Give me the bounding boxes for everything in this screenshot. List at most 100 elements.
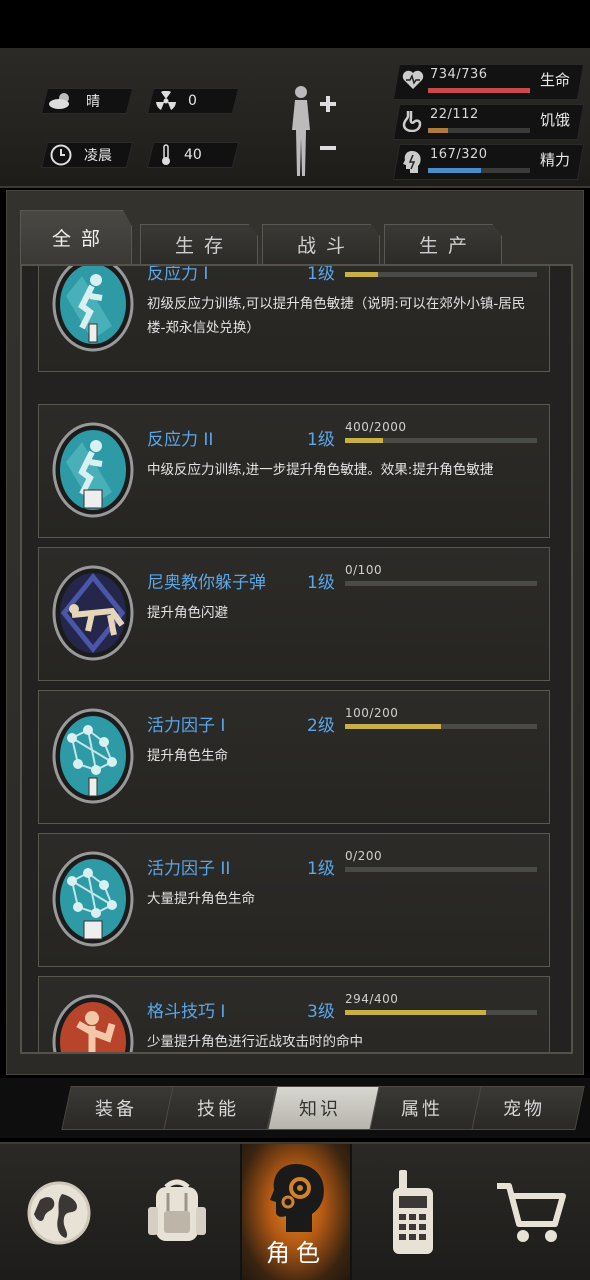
- skill-description: 中级反应力训练,进一步提升角色敏捷。效果:提升角色敏捷: [147, 462, 494, 478]
- cloud-sun-icon: [49, 93, 69, 109]
- time-text: 凌晨: [84, 148, 112, 164]
- clock-icon: [50, 144, 72, 166]
- skill-progress-bar: [345, 438, 537, 443]
- hunger-bar-fill: [428, 128, 448, 133]
- reflex-i-badge-icon: [52, 266, 134, 352]
- energy-label: 精力: [539, 151, 570, 169]
- status-panel: 晴 0 凌晨 40 734/736 生命 22/112 饥饿 167/320 精…: [0, 48, 590, 188]
- skill-progress-fill: [345, 724, 441, 729]
- walkie-talkie-icon: [393, 1170, 433, 1254]
- tab-production-label: 生产: [418, 235, 477, 257]
- skill-title: 反应力 II: [147, 430, 214, 450]
- radiation-text: 0: [188, 93, 197, 109]
- hp-value: 734/736: [430, 67, 488, 82]
- vitality-i-badge-icon: [52, 708, 134, 804]
- tab-production[interactable]: 生产: [384, 224, 502, 264]
- stat-energy: 167/320 精力: [400, 144, 580, 180]
- skill-progress-text: 294/400: [345, 992, 399, 1006]
- skill-description: 提升角色生命: [147, 748, 228, 764]
- tab-all-label: 全部: [51, 228, 110, 250]
- head-gear-icon: [270, 1164, 324, 1232]
- tab-combat[interactable]: 战斗: [262, 224, 380, 264]
- stat-hp: 734/736 生命: [400, 64, 580, 100]
- skill-title: 活力因子 II: [147, 859, 231, 879]
- system-status-bar: [0, 0, 590, 48]
- skill-description: 初级反应力训练,可以提升角色敏捷（说明:可以在郊外小镇-居民楼-郑永信处兑换）: [147, 296, 526, 336]
- human-body-plus-minus-icon[interactable]: [284, 82, 344, 182]
- shopping-cart-icon: [497, 1183, 566, 1242]
- weather-text: 晴: [86, 94, 100, 110]
- tab-survival[interactable]: 生存: [140, 224, 258, 264]
- skill-progress-bar: [345, 272, 537, 277]
- skill-description: 提升角色闪避: [147, 605, 228, 621]
- nav-backpack[interactable]: [118, 1144, 236, 1280]
- skill-progress-text: 0/100: [345, 563, 383, 577]
- globe-icon: [27, 1181, 91, 1245]
- energy-bar-fill: [428, 168, 482, 173]
- temperature-pill: 40: [160, 142, 202, 168]
- subnav-pets[interactable]: 宠物: [472, 1086, 576, 1130]
- time-pill: 凌晨: [50, 142, 112, 168]
- list-item[interactable]: 格斗技巧 I 3级 294/400 少量提升角色进行近战攻击时的命中: [38, 976, 550, 1052]
- tab-survival-label: 生存: [174, 235, 233, 257]
- hp-bar: [428, 88, 530, 93]
- skill-progress-bar: [345, 724, 537, 729]
- list-item[interactable]: 活力因子 I 2级 100/200 提升角色生命: [38, 690, 550, 824]
- hunger-bar: [428, 128, 530, 133]
- nav-character-label: 角色: [266, 1239, 326, 1267]
- bottom-navigation: 角色: [0, 1142, 590, 1280]
- character-subnav: 装备 技能 知识 属性 宠物: [0, 1078, 590, 1138]
- nav-radio[interactable]: [354, 1144, 472, 1280]
- subnav-knowledge[interactable]: 知识: [268, 1086, 372, 1130]
- nav-character[interactable]: 角色: [240, 1144, 352, 1280]
- list-item[interactable]: 反应力 I 1级 初级反应力训练,可以提升角色敏捷（说明:可以在郊外小镇-居民楼…: [38, 264, 550, 372]
- nav-world[interactable]: [0, 1144, 118, 1280]
- skill-title: 活力因子 I: [147, 716, 226, 736]
- head-energy-icon: [403, 151, 421, 173]
- nav-shop[interactable]: [472, 1144, 590, 1280]
- skill-title: 反应力 I: [147, 264, 209, 284]
- skill-level: 2级: [307, 716, 335, 736]
- skill-progress-text: 400/2000: [345, 420, 407, 434]
- thermometer-icon: [162, 144, 170, 165]
- hp-label: 生命: [539, 71, 570, 89]
- subnav-equipment[interactable]: 装备: [64, 1086, 168, 1130]
- dodge-badge-icon: [52, 565, 134, 661]
- reflex-ii-badge-icon: [52, 422, 134, 518]
- skill-description: 少量提升角色进行近战攻击时的命中: [147, 1034, 363, 1050]
- skill-progress-bar: [345, 581, 537, 586]
- category-tabs: 全部 生存 战斗 生产: [20, 208, 580, 264]
- fighting-i-badge-icon: [52, 994, 134, 1052]
- skill-level: 1级: [307, 859, 335, 879]
- energy-bar: [428, 168, 530, 173]
- temperature-text: 40: [184, 147, 202, 163]
- list-item[interactable]: 尼奥教你躲子弹 1级 0/100 提升角色闪避: [38, 547, 550, 681]
- subnav-attributes[interactable]: 属性: [370, 1086, 474, 1130]
- vitality-ii-badge-icon: [52, 851, 134, 947]
- stomach-icon: [402, 111, 422, 132]
- list-item[interactable]: 反应力 II 1级 400/2000 中级反应力训练,进一步提升角色敏捷。效果:…: [38, 404, 550, 538]
- energy-value: 167/320: [430, 147, 488, 162]
- heart-pulse-icon: [402, 70, 424, 89]
- stat-hunger: 22/112 饥饿: [400, 104, 580, 140]
- skill-progress-fill: [345, 272, 378, 277]
- skill-progress-fill: [345, 1010, 487, 1015]
- skill-progress-bar: [345, 867, 537, 872]
- skill-progress-fill: [345, 438, 384, 443]
- skill-progress-text: 0/200: [345, 849, 383, 863]
- skill-level: 1级: [307, 573, 335, 593]
- skill-level: 1级: [307, 264, 335, 284]
- hunger-value: 22/112: [430, 107, 479, 122]
- list-item[interactable]: 活力因子 II 1级 0/200 大量提升角色生命: [38, 833, 550, 967]
- backpack-icon: [148, 1179, 206, 1241]
- subnav-skills[interactable]: 技能: [166, 1086, 270, 1130]
- skill-level: 3级: [307, 1002, 335, 1022]
- skill-title: 格斗技巧 I: [147, 1002, 226, 1022]
- skill-level: 1级: [307, 430, 335, 450]
- skill-title: 尼奥教你躲子弹: [147, 573, 266, 593]
- skill-progress-text: 100/200: [345, 706, 399, 720]
- tab-combat-label: 战斗: [296, 235, 355, 257]
- tab-all[interactable]: 全部: [20, 210, 132, 264]
- weather-pill: 晴: [48, 88, 100, 114]
- skill-list[interactable]: 反应力 I 1级 初级反应力训练,可以提升角色敏捷（说明:可以在郊外小镇-居民楼…: [20, 264, 573, 1054]
